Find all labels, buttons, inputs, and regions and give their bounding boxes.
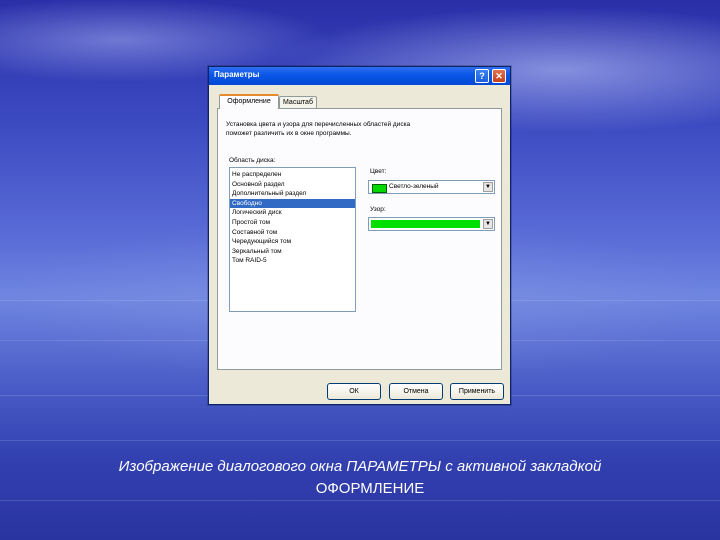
description-line-1: Установка цвета и узора для перечисленны…: [226, 121, 411, 128]
color-select[interactable]: Светло-зеленый ▼: [368, 180, 495, 194]
caption-line-2: ОФОРМЛЕНИЕ: [315, 480, 425, 497]
list-item[interactable]: Основной раздел: [230, 180, 355, 190]
caption-line-1: Изображение диалогового окна ПАРАМЕТРЫ с…: [118, 458, 602, 475]
disk-area-label: Область диска:: [229, 157, 276, 164]
description-line-2: поможет различить их в окне программы.: [226, 130, 352, 137]
dialog-title: Параметры: [214, 70, 260, 79]
chevron-down-icon[interactable]: ▼: [483, 182, 493, 192]
list-item[interactable]: Дополнительный раздел: [230, 189, 355, 199]
parameters-dialog: Параметры ? ✕ Оформление Масштаб Установ…: [208, 66, 511, 405]
cancel-button[interactable]: Отмена: [389, 383, 443, 400]
chevron-down-icon[interactable]: ▼: [483, 219, 493, 229]
help-button[interactable]: ?: [475, 69, 489, 83]
slide-caption: Изображение диалогового окна ПАРАМЕТРЫ с…: [60, 456, 660, 500]
color-label: Цвет:: [370, 168, 387, 175]
title-bar[interactable]: Параметры ? ✕: [209, 67, 510, 85]
tab-appearance[interactable]: Оформление: [219, 94, 279, 109]
pattern-swatch: [371, 220, 480, 228]
list-item[interactable]: Логический диск: [230, 208, 355, 218]
pattern-label: Узор:: [370, 206, 386, 213]
list-item[interactable]: Том RAID-5: [230, 256, 355, 266]
list-item[interactable]: Составной том: [230, 228, 355, 238]
close-button[interactable]: ✕: [492, 69, 506, 83]
ok-button[interactable]: ОК: [327, 383, 381, 400]
list-item[interactable]: Простой том: [230, 218, 355, 228]
color-value: Светло-зеленый: [389, 183, 439, 190]
apply-button[interactable]: Применить: [450, 383, 504, 400]
pattern-select[interactable]: ▼: [368, 217, 495, 231]
list-item[interactable]: Не распределен: [230, 170, 355, 180]
list-item[interactable]: Зеркальный том: [230, 247, 355, 257]
list-item[interactable]: Чередующийся том: [230, 237, 355, 247]
tab-panel-appearance: Установка цвета и узора для перечисленны…: [217, 108, 502, 370]
list-item-selected[interactable]: Свободно: [230, 198, 355, 209]
disk-area-list[interactable]: Не распределен Основной раздел Дополните…: [229, 167, 356, 312]
description-text: Установка цвета и узора для перечисленны…: [226, 120, 486, 138]
color-swatch: [372, 184, 387, 193]
